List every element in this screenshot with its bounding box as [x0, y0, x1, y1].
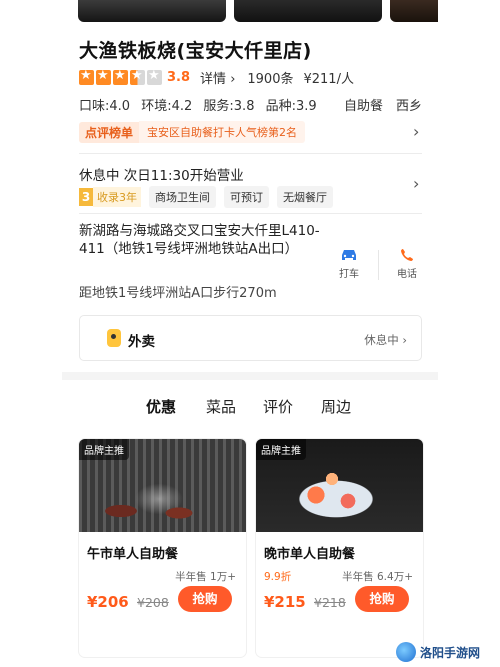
tab-reviews[interactable]: 评价: [263, 396, 293, 417]
deal-badge: 品牌主推: [256, 439, 306, 460]
rating-score: 3.8: [167, 69, 191, 85]
store-address[interactable]: 新湖路与海城路交叉口宝安大仟里L410-411（地铁1号线坪洲地铁站A出口）: [79, 222, 329, 258]
chevron-right-icon: ›: [402, 333, 407, 347]
takeout-status: 休息中 ›: [364, 332, 407, 348]
tab-nearby[interactable]: 周边: [321, 396, 351, 417]
feature-tags[interactable]: 3 收录3年 商场卫生间 可预订 无烟餐厅: [79, 186, 333, 208]
store-photo-3[interactable]: [390, 0, 438, 22]
details-link[interactable]: 详情 ›: [200, 68, 235, 87]
call-button[interactable]: 电话: [392, 248, 422, 280]
buy-button[interactable]: 抢购: [178, 586, 232, 612]
car-icon: [342, 250, 356, 260]
deal-price: ¥215: [264, 593, 306, 611]
deal-card[interactable]: 品牌主推 晚市单人自助餐 9.9折 半年售 6.4万+ ¥215 ¥218 抢购: [256, 439, 423, 657]
chevron-right-icon[interactable]: ›: [413, 122, 419, 141]
price-per-person: ¥211/人: [303, 71, 354, 87]
chevron-right-icon: ›: [230, 71, 236, 87]
watermark-text: 洛阳手游网: [420, 645, 481, 660]
deal-discount: 9.9折: [264, 571, 292, 583]
phone-icon: [401, 249, 413, 261]
tag-reservable: 可预订: [224, 186, 269, 208]
rank-text: 宝安区自助餐打卡人气榜第2名: [139, 121, 306, 143]
deal-badge: 品牌主推: [79, 439, 129, 460]
takeout-label: 外卖: [128, 334, 155, 350]
environment-score: 环境:4.2: [141, 99, 193, 114]
sub-scores-row: 口味:4.0 环境:4.2 服务:3.8 品种:3.9 自助餐 西乡: [79, 95, 439, 114]
deal-original-price: ¥208: [137, 595, 169, 610]
buy-button[interactable]: 抢购: [355, 586, 409, 612]
tag-restroom: 商场卫生间: [149, 186, 216, 208]
details-label: 详情: [200, 71, 227, 87]
category-label[interactable]: 自助餐: [344, 95, 383, 114]
section-tabs: 优惠 菜品 评价 周边: [62, 380, 438, 422]
takeout-status-text: 休息中: [364, 333, 399, 347]
tab-dishes[interactable]: 菜品: [206, 396, 236, 417]
takeout-card[interactable]: 外卖 休息中 ›: [79, 315, 422, 361]
deal-price: ¥206: [87, 593, 129, 611]
deal-name: 晚市单人自助餐: [264, 547, 356, 562]
divider: [378, 250, 379, 280]
top-photo-strip[interactable]: [0, 0, 500, 26]
deal-original-price: ¥218: [314, 595, 346, 610]
variety-score: 品种:3.9: [265, 99, 317, 114]
district-label[interactable]: 西乡: [396, 95, 422, 114]
divider: [79, 153, 422, 154]
divider: [79, 213, 422, 214]
deal-name: 午市单人自助餐: [87, 547, 179, 562]
watermark-logo-icon: [396, 642, 416, 662]
store-photo-1[interactable]: [78, 0, 226, 22]
deal-sold: 半年售 1万+: [175, 571, 236, 583]
rank-banner[interactable]: 点评榜单 宝安区自助餐打卡人气榜第2名: [79, 121, 425, 143]
rank-tag: 点评榜单: [79, 121, 140, 143]
service-score: 服务:3.8: [203, 99, 255, 114]
review-count[interactable]: 1900条: [247, 68, 293, 87]
years-badge: 3: [79, 188, 93, 206]
taste-score: 口味:4.0: [79, 99, 131, 114]
star-icon: [113, 68, 128, 85]
taxi-label: 打车: [339, 269, 359, 280]
rating-row: 3.8 详情 › 1900条 ¥211/人: [79, 68, 354, 87]
deal-card[interactable]: 品牌主推 午市单人自助餐 半年售 1万+ ¥206 ¥208 抢购: [79, 439, 246, 657]
deal-sold: 半年售 6.4万+: [342, 571, 413, 583]
store-photo-2[interactable]: [234, 0, 382, 22]
business-hours: 休息中 次日11:30开始营业: [79, 168, 244, 184]
star-icon: [79, 68, 94, 85]
years-tag: 收录3年: [93, 187, 141, 207]
tab-deals[interactable]: 优惠: [146, 396, 177, 417]
meituan-takeout-icon: [107, 329, 121, 347]
star-rating: [79, 68, 162, 85]
star-empty-icon: [147, 68, 162, 85]
store-title: 大渔铁板烧(宝安大仟里店): [79, 40, 312, 62]
star-icon: [96, 68, 111, 85]
taxi-button[interactable]: 打车: [334, 248, 364, 280]
tag-non-smoking: 无烟餐厅: [277, 186, 333, 208]
star-half-icon: [130, 68, 145, 85]
metro-distance: 距地铁1号线坪洲站A口步行270m: [79, 286, 277, 301]
chevron-right-icon[interactable]: ›: [413, 174, 419, 193]
call-label: 电话: [397, 269, 417, 280]
section-separator: [62, 372, 438, 380]
site-watermark: 洛阳手游网: [396, 640, 498, 664]
